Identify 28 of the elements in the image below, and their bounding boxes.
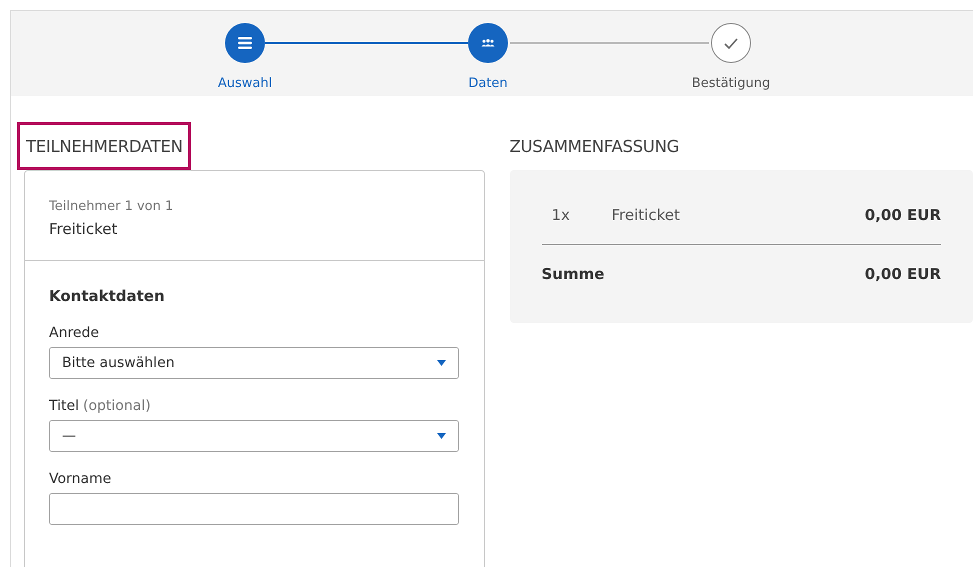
field-hint: (optional): [83, 398, 151, 414]
dropdown-caret-icon: [437, 360, 446, 366]
step-label[interactable]: Bestätigung: [692, 76, 770, 91]
item-price: 0,00 EUR: [864, 206, 941, 224]
step-circle[interactable]: [468, 23, 508, 63]
field-label: Anrede: [49, 325, 100, 341]
menu-icon: [238, 37, 252, 49]
participant-counter: Teilnehmer 1 von 1: [49, 199, 174, 214]
field-label: Vorname: [49, 471, 112, 487]
step-circle[interactable]: [225, 23, 265, 63]
step-circle[interactable]: [711, 23, 751, 63]
section-heading: TEILNEHMERDATEN: [17, 122, 191, 170]
total-label: Summe: [542, 265, 604, 283]
item-name: Freiticket: [612, 206, 680, 224]
step-label[interactable]: Daten: [468, 76, 508, 91]
select-field[interactable]: —: [49, 420, 459, 452]
section-heading: ZUSAMMENFASSUNG: [510, 136, 680, 158]
item-quantity: 1x: [550, 206, 571, 224]
total-price: 0,00 EUR: [864, 265, 941, 283]
checkmark-icon: [724, 38, 738, 48]
dropdown-caret-icon: [437, 433, 446, 439]
input-field[interactable]: [49, 493, 459, 525]
ticket-name: Freiticket: [49, 220, 118, 238]
select-field[interactable]: Bitte auswählen: [49, 347, 459, 379]
group-title: Kontaktdaten: [49, 287, 166, 305]
step-label[interactable]: Auswahl: [218, 76, 272, 91]
field-label: Titel: [49, 398, 80, 414]
people-icon: [481, 39, 495, 47]
